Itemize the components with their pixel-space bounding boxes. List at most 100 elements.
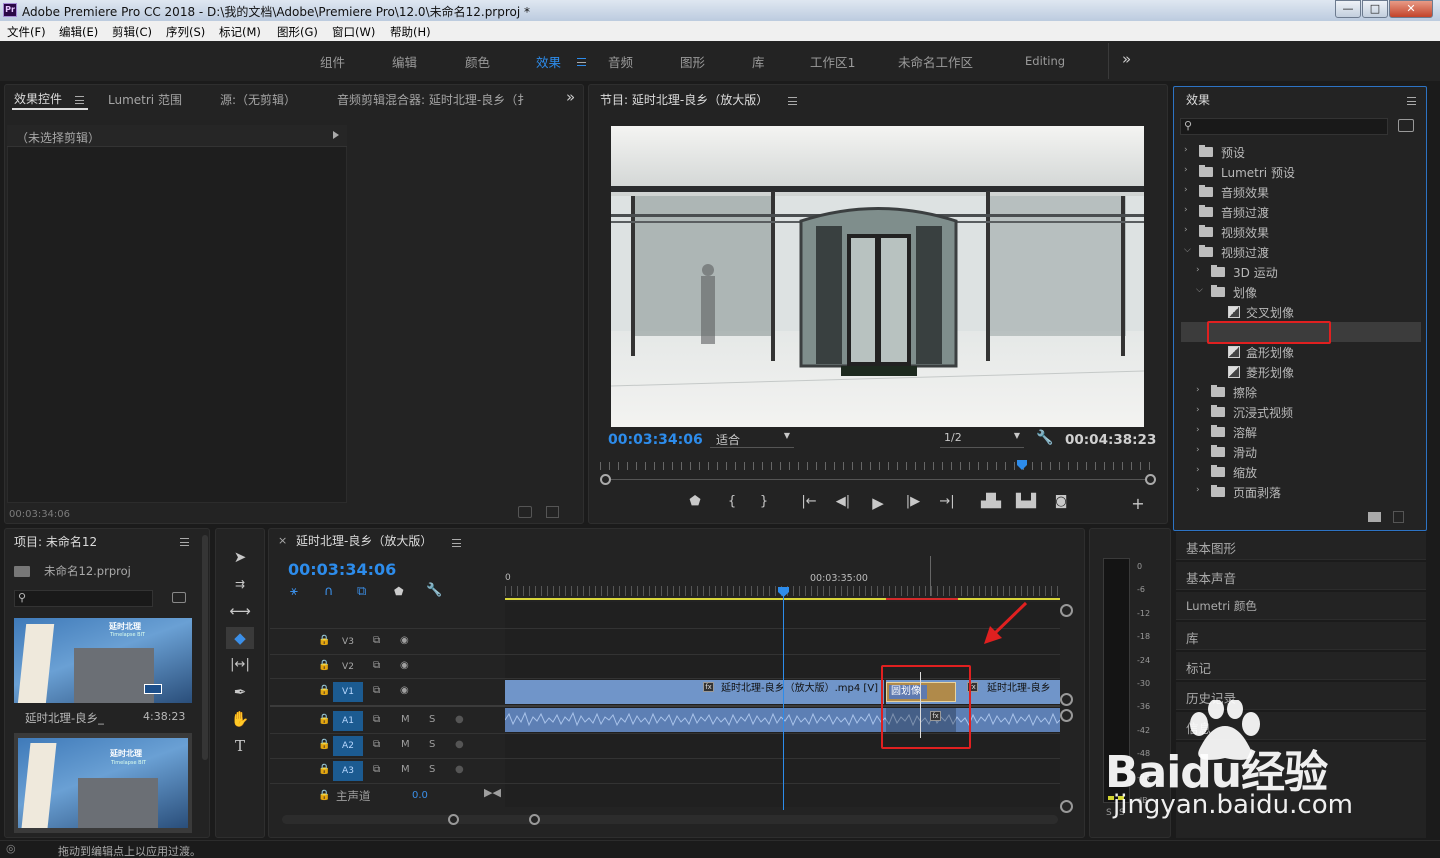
delete-icon[interactable] <box>1393 511 1404 523</box>
menu-clip[interactable]: 剪辑(C) <box>112 24 152 40</box>
add-marker-icon[interactable]: ⬟ <box>684 494 706 509</box>
effects-item[interactable]: › 视频效果 <box>1180 222 1421 242</box>
project-panel-title[interactable]: 项目: 未命名12 <box>14 533 97 550</box>
effects-item[interactable]: 菱形划像 <box>1180 362 1421 382</box>
snap-magnet-icon[interactable]: ∩ <box>324 584 334 599</box>
track-label-a1[interactable]: A1 <box>333 711 363 731</box>
horizontal-scrollbar-track[interactable] <box>282 815 1058 824</box>
effects-item[interactable]: › 滑动 <box>1180 442 1421 462</box>
workspace-tab-assembly[interactable]: 组件 <box>320 52 345 71</box>
zoom-handle-right[interactable] <box>1145 474 1156 485</box>
eye-icon[interactable]: ◉ <box>400 660 409 671</box>
lock-icon[interactable]: 🔒 <box>318 790 330 801</box>
lock-icon[interactable]: 🔒 <box>318 660 330 671</box>
monitor-zoom-bar[interactable] <box>605 479 1150 480</box>
chevron-right-icon[interactable]: › <box>1196 385 1200 395</box>
linked-selection-icon[interactable]: ⧉ <box>357 584 366 599</box>
mic-icon[interactable]: ● <box>455 739 464 750</box>
step-forward-icon[interactable]: |▶ <box>902 494 924 509</box>
lock-icon[interactable]: 🔒 <box>318 739 330 750</box>
vertical-zoom-handle-a[interactable] <box>1060 709 1073 722</box>
add-marker-icon[interactable]: ⬟ <box>394 585 404 598</box>
workspace-tab-effects[interactable]: 效果 <box>536 52 561 71</box>
zoom-fit-dropdown[interactable]: 适合 ▼ <box>710 431 794 448</box>
program-monitor-title[interactable]: 节目: 延时北理-良乡（放大版） <box>600 91 768 108</box>
horizontal-zoom-handle-right[interactable] <box>529 814 540 825</box>
chevron-right-icon[interactable]: › <box>1184 185 1188 195</box>
timeline-playhead-line[interactable] <box>783 588 784 810</box>
timeline-title[interactable]: 延时北理-良乡（放大版） <box>296 532 432 549</box>
expand-arrow-icon[interactable] <box>333 131 339 139</box>
menu-file[interactable]: 文件(F) <box>7 24 46 40</box>
panel-libraries[interactable]: 库 <box>1176 622 1426 650</box>
vertical-zoom-handle-mid[interactable] <box>1060 693 1073 706</box>
effects-search-input[interactable]: ⚲ <box>1180 118 1388 135</box>
minimize-button[interactable]: — <box>1335 0 1361 18</box>
extract-icon[interactable]: ▙▟ <box>1015 494 1037 509</box>
menu-sequence[interactable]: 序列(S) <box>166 24 205 40</box>
new-search-bin-icon[interactable] <box>172 592 186 603</box>
effects-item[interactable]: › Lumetri 预设 <box>1180 162 1421 182</box>
eye-icon[interactable]: ◉ <box>400 685 409 696</box>
mute-m-icon[interactable]: M <box>401 764 410 775</box>
effects-item[interactable]: ⌵ 视频过渡 <box>1180 242 1421 262</box>
tab-lumetri-scopes[interactable]: Lumetri 范围 <box>108 91 182 108</box>
track-label-v3[interactable]: V3 <box>333 632 363 652</box>
chevron-right-icon[interactable]: › <box>1196 265 1200 275</box>
hand-tool-icon[interactable]: ✋ <box>226 708 254 730</box>
new-bin-icon[interactable] <box>1368 512 1381 522</box>
timeline-timecode[interactable]: 00:03:34:06 <box>288 560 396 579</box>
workspace-tab-color[interactable]: 颜色 <box>465 52 490 71</box>
maximize-button[interactable]: □ <box>1362 0 1388 18</box>
sync-lock-icon[interactable]: ⧉ <box>373 764 380 775</box>
effects-panel-title[interactable]: 效果 <box>1186 91 1210 108</box>
ripple-edit-tool-icon[interactable]: ⟷ <box>226 600 254 622</box>
monitor-time-ruler[interactable] <box>600 462 1150 470</box>
chevron-right-icon[interactable]: › <box>1196 445 1200 455</box>
vertical-zoom-handle-bottom[interactable] <box>1060 800 1073 813</box>
effects-item[interactable]: › 3D 运动 <box>1180 262 1421 282</box>
panel-markers[interactable]: 标记 <box>1176 652 1426 680</box>
chevron-down-icon[interactable]: ⌵ <box>1196 285 1203 295</box>
effects-item[interactable]: › 擦除 <box>1180 382 1421 402</box>
menu-window[interactable]: 窗口(W) <box>332 24 375 40</box>
project-scrollbar[interactable] <box>202 535 208 760</box>
track-label-a3[interactable]: A3 <box>333 761 363 781</box>
effects-item[interactable]: › 预设 <box>1180 142 1421 162</box>
zoom-handle-left[interactable] <box>600 474 611 485</box>
effects-menu-icon[interactable] <box>1407 97 1416 105</box>
close-sequence-icon[interactable]: × <box>278 534 287 547</box>
project-search-input[interactable]: ⚲ <box>14 590 153 607</box>
go-to-out-icon[interactable]: →| <box>936 494 958 509</box>
sync-lock-icon[interactable]: ⧉ <box>373 714 380 725</box>
pen-tool-icon[interactable]: ✒ <box>226 681 254 703</box>
effects-item[interactable]: › 页面剥落 <box>1180 482 1421 502</box>
panel-menu-icon[interactable] <box>75 96 84 104</box>
vertical-zoom-handle-top[interactable] <box>1060 604 1073 617</box>
nest-icon[interactable]: ⚹ <box>290 584 298 599</box>
export-icon[interactable] <box>546 506 559 518</box>
workspace-tab-editing[interactable]: 编辑 <box>392 52 417 71</box>
lock-icon[interactable]: 🔒 <box>318 714 330 725</box>
master-volume-value[interactable]: 0.0 <box>412 790 428 801</box>
more-tabs-icon[interactable]: » <box>566 88 575 106</box>
program-playhead-timecode[interactable]: 00:03:34:06 <box>608 432 703 448</box>
go-to-end-icon[interactable]: ▶◀ <box>484 786 501 799</box>
track-label-v2[interactable]: V2 <box>333 657 363 677</box>
tab-source[interactable]: 源:（无剪辑） <box>220 91 296 108</box>
chevron-right-icon[interactable]: › <box>1184 165 1188 175</box>
project-menu-icon[interactable] <box>180 538 189 546</box>
razor-tool-icon[interactable]: ◆ <box>226 627 254 649</box>
selection-tool-icon[interactable]: ➤ <box>226 546 254 568</box>
chevron-right-icon[interactable]: › <box>1196 485 1200 495</box>
go-to-in-icon[interactable]: |← <box>798 494 820 509</box>
effects-item[interactable]: › 沉浸式视频 <box>1180 402 1421 422</box>
eye-icon[interactable]: ◉ <box>400 635 409 646</box>
sync-lock-icon[interactable]: ⧉ <box>373 660 380 671</box>
mute-m-icon[interactable]: M <box>401 739 410 750</box>
effects-item[interactable]: › 音频过渡 <box>1180 202 1421 222</box>
effects-item[interactable]: 盒形划像 <box>1180 342 1421 362</box>
mark-in-icon[interactable]: { <box>721 494 743 509</box>
play-icon[interactable]: ▶ <box>867 494 889 512</box>
timeline-settings-icon[interactable]: 🔧 <box>426 583 442 598</box>
